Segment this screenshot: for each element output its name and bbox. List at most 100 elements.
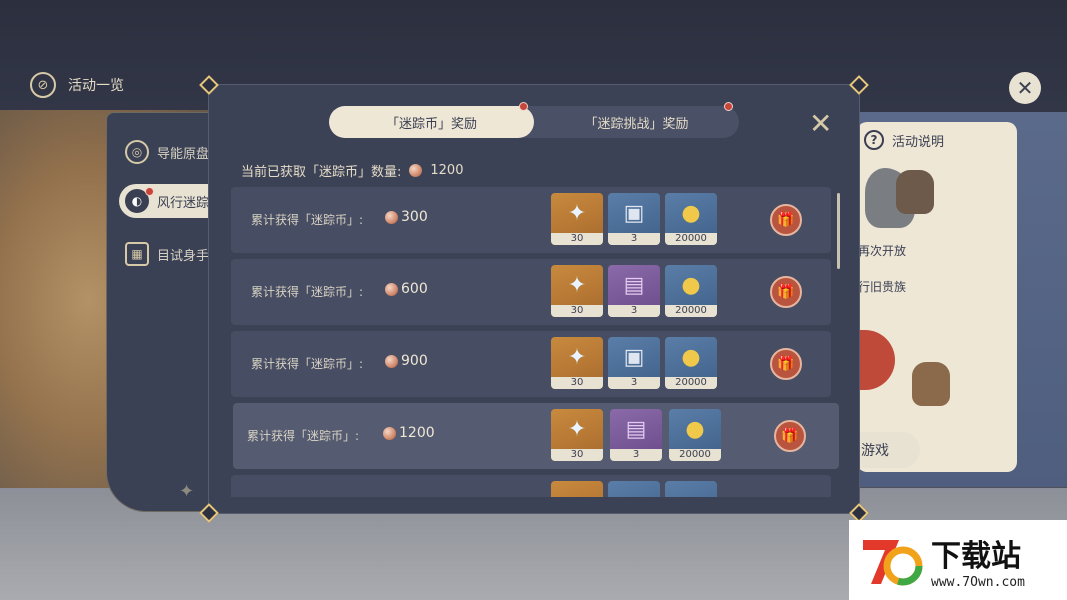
notification-dot [724,102,733,111]
reward-item-primogem[interactable] [551,481,603,497]
question-icon: ? [864,130,884,150]
claim-gift-button[interactable]: 🎁 [774,420,806,452]
reward-dialog: 「迷踪币」奖励 「迷踪挑战」奖励 ✕ 当前已获取「迷踪币」数量: 1200 累计… [199,75,869,523]
site-logo [859,530,923,590]
help-label: 活动说明 [892,134,945,150]
primogem-icon: ✦ [567,416,587,442]
watermark-url: www.7Own.com [931,574,1025,590]
reward-qty: 3 [608,305,660,317]
tab-coin-rewards[interactable]: 「迷踪币」奖励 [329,102,534,138]
reward-item-hero-wit[interactable]: ▣ 3 [608,337,660,389]
coin-count-summary: 当前已获取「迷踪币」数量: 1200 [241,161,463,180]
mora-icon: ● [681,200,701,226]
row-amount: 600 [385,281,428,297]
side-nav-item-label: 导能原盘 [157,146,210,162]
reward-item-primogem[interactable]: ✦ 30 [551,337,603,389]
gift-icon: 🎁 [777,284,795,300]
trace-coin-icon [385,210,398,224]
site-watermark: 下载站 www.7Own.com [849,520,1067,600]
reward-item-talent-book[interactable]: ▤ 3 [608,265,660,317]
tab-label: 「迷踪挑战」奖励 [584,116,689,132]
gift-icon: 🎁 [781,428,799,444]
reward-tabs: 「迷踪币」奖励 「迷踪挑战」奖励 [329,102,739,138]
reward-list-scrollbar[interactable] [837,193,840,269]
close-event-button[interactable]: ✕ [1009,72,1041,104]
primogem-icon: ✦ [567,344,587,370]
sparkle-icon: ✦ [179,481,195,502]
reward-qty: 20000 [665,233,717,245]
close-icon: ✕ [1016,76,1034,100]
corner-ornament [849,75,869,95]
old-noble-text: 行旧贵族 [858,280,907,294]
gift-icon: 🎁 [777,356,795,372]
mora-icon: ● [685,416,705,442]
reward-item-hero-wit[interactable]: ▣ 3 [608,193,660,245]
reward-item-hero-wit[interactable] [608,481,660,497]
reward-qty: 3 [610,449,662,461]
reward-qty: 20000 [665,305,717,317]
reopen-text: 再次开放 [858,244,907,258]
side-nav-item-label: 风行迷踪 [157,195,210,211]
reward-row-partial [231,475,831,497]
reward-item-mora[interactable]: ● 20000 [665,193,717,245]
row-label: 累计获得「迷踪币」: [251,213,364,227]
watermark-title: 下载站 [931,538,1021,574]
dialog-close-button[interactable]: ✕ [809,110,832,138]
trace-coin-icon [383,426,396,440]
reward-row: 累计获得「迷踪币」: 600 ✦ 30 ▤ 3 ● 20000 🎁 [231,259,831,325]
reward-item-mora[interactable] [665,481,717,497]
event-help-button[interactable]: ? 活动说明 [864,130,944,150]
claim-gift-button[interactable]: 🎁 [770,276,802,308]
activity-list-header[interactable]: ⊘ 活动一览 [30,72,124,98]
row-label: 累计获得「迷踪币」: [247,429,360,443]
cat-illustration [896,170,934,214]
row-amount-value: 1200 [399,425,435,441]
corner-ornament [199,75,219,95]
close-icon: ✕ [809,107,833,140]
hero-wit-icon: ▣ [623,344,645,370]
reward-item-mora[interactable]: ● 20000 [669,409,721,461]
hero-wit-icon: ▣ [623,200,645,226]
reward-item-talent-book[interactable]: ▤ 3 [610,409,662,461]
reward-item-mora[interactable]: ● 20000 [665,265,717,317]
cards-icon: ▦ [125,242,149,266]
row-amount: 1200 [383,425,435,441]
talent-book-icon: ▤ [623,272,645,298]
row-amount-value: 900 [401,353,428,369]
row-amount-value: 600 [401,281,428,297]
compass-icon: ⊘ [30,72,56,98]
talent-book-icon: ▤ [625,416,647,442]
reward-qty: 30 [551,377,603,389]
reward-qty: 20000 [669,449,721,461]
trace-coin-icon [409,164,423,177]
trace-coin-icon [385,282,398,296]
mora-icon: ● [681,344,701,370]
activity-list-label: 活动一览 [68,78,124,94]
coin-count-value: 1200 [430,163,464,178]
cat-illustration-sunglasses [912,362,950,406]
side-nav-item-label: 目试身手 [157,248,210,264]
reward-item-primogem[interactable]: ✦ 30 [551,409,603,461]
notification-dot [519,102,528,111]
reward-qty: 30 [551,305,603,317]
primogem-icon: ✦ [567,272,587,298]
claim-gift-button[interactable]: 🎁 [770,348,802,380]
reward-qty: 30 [551,233,603,245]
reward-qty: 3 [608,377,660,389]
reward-item-mora[interactable]: ● 20000 [665,337,717,389]
row-amount: 900 [385,353,428,369]
claim-gift-button[interactable]: 🎁 [770,204,802,236]
reward-item-primogem[interactable]: ✦ 30 [551,193,603,245]
reward-list[interactable]: 累计获得「迷踪币」: 300 ✦ 30 ▣ 3 ● 20000 🎁 累计获得「迷… [231,187,841,497]
play-button-label: 游戏 [861,443,889,459]
row-label: 累计获得「迷踪币」: [251,357,364,371]
tab-challenge-rewards[interactable]: 「迷踪挑战」奖励 [534,102,739,138]
row-label: 累计获得「迷踪币」: [251,285,364,299]
reward-qty: 3 [608,233,660,245]
coin-count-label: 当前已获取「迷踪币」数量: [241,165,402,180]
reward-item-primogem[interactable]: ✦ 30 [551,265,603,317]
notification-dot [145,187,154,196]
trace-coin-icon [385,354,398,368]
gift-icon: 🎁 [777,212,795,228]
row-amount: 300 [385,209,428,225]
